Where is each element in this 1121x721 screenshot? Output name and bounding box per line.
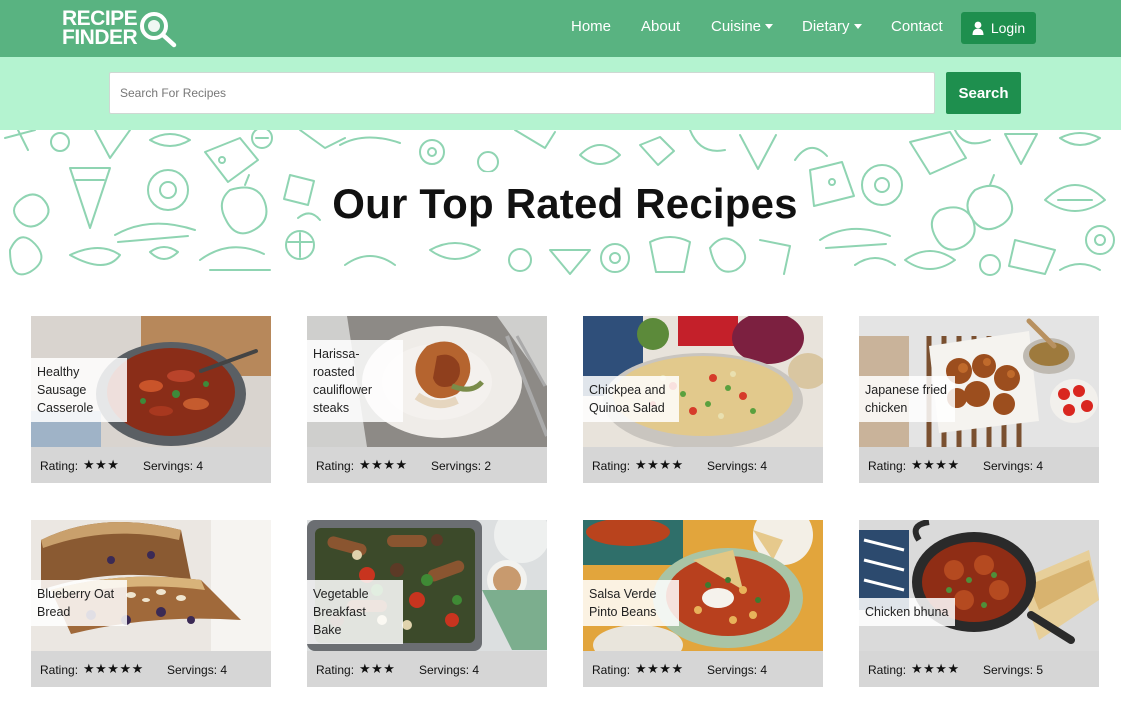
- nav-dietary-dropdown[interactable]: Dietary: [802, 18, 862, 35]
- recipe-name: Blueberry Oat Bread: [31, 580, 127, 626]
- recipe-card[interactable]: Vegetable Breakfast Bake Rating: ★★★ Ser…: [307, 520, 547, 687]
- brand-wordmark: RECIPE FINDER: [62, 8, 138, 49]
- servings-text: Servings: 4: [167, 663, 228, 677]
- rating-label: Rating:: [40, 459, 79, 473]
- recipe-name: Harissa-roasted cauliflower steaks: [307, 340, 403, 422]
- servings-text: Servings: 2: [431, 459, 492, 473]
- rating-stars: ★★★★: [635, 457, 684, 472]
- recipe-card[interactable]: Healthy Sausage Casserole Rating: ★★★ Se…: [31, 316, 271, 483]
- nav-about[interactable]: About: [641, 18, 680, 35]
- servings-text: Servings: 4: [707, 459, 768, 473]
- login-button[interactable]: Login: [961, 12, 1036, 44]
- rating-stars: ★★★★: [359, 457, 408, 472]
- page-title: Our Top Rated Recipes: [332, 180, 798, 227]
- rating-stars: ★★★★: [635, 661, 684, 676]
- recipe-card[interactable]: Harissa-roasted cauliflower steaks Ratin…: [307, 316, 547, 483]
- recipe-meta: Rating: ★★★★★ Servings: 4: [31, 651, 271, 687]
- magnifier-icon: [140, 12, 177, 48]
- recipe-meta: Rating: ★★★★ Servings: 5: [859, 651, 1099, 687]
- recipe-meta: Rating: ★★★★ Servings: 4: [859, 447, 1099, 483]
- nav-dietary-label: Dietary: [802, 18, 850, 35]
- rating-stars: ★★★★: [911, 457, 960, 472]
- hero-title-box: Our Top Rated Recipes: [327, 172, 803, 236]
- rating-stars: ★★★★: [911, 661, 960, 676]
- recipe-card[interactable]: Chicken bhuna Rating: ★★★★ Servings: 5: [859, 520, 1099, 687]
- recipe-name: Vegetable Breakfast Bake: [307, 580, 403, 644]
- recipe-meta: Rating: ★★★★ Servings: 2: [307, 447, 547, 483]
- rating-stars: ★★★: [83, 457, 120, 472]
- recipe-meta: Rating: ★★★ Servings: 4: [307, 651, 547, 687]
- rating-stars: ★★★★★: [83, 661, 144, 676]
- servings-text: Servings: 4: [707, 663, 768, 677]
- rating-label: Rating:: [592, 663, 631, 677]
- recipe-card[interactable]: Blueberry Oat Bread Rating: ★★★★★ Servin…: [31, 520, 271, 687]
- search-bar: Search: [0, 57, 1121, 130]
- nav-home[interactable]: Home: [571, 18, 611, 35]
- nav-cuisine-label: Cuisine: [711, 18, 762, 35]
- servings-text: Servings: 4: [419, 663, 480, 677]
- recipe-card[interactable]: Salsa Verde Pinto Beans Rating: ★★★★ Ser…: [583, 520, 823, 687]
- recipe-name: Salsa Verde Pinto Beans: [583, 580, 679, 626]
- rating-label: Rating:: [316, 663, 355, 677]
- rating-label: Rating:: [592, 459, 631, 473]
- recipe-meta: Rating: ★★★★ Servings: 4: [583, 447, 823, 483]
- recipe-card[interactable]: Japanese fried chicken Rating: ★★★★ Serv…: [859, 316, 1099, 483]
- search-button[interactable]: Search: [946, 72, 1021, 114]
- servings-text: Servings: 4: [983, 459, 1044, 473]
- recipe-name: Japanese fried chicken: [859, 376, 955, 422]
- nav-cuisine-dropdown[interactable]: Cuisine: [711, 18, 774, 35]
- user-icon: [972, 21, 984, 35]
- recipe-name: Chickpea and Quinoa Salad: [583, 376, 679, 422]
- hero-banner: Our Top Rated Recipes: [0, 130, 1121, 280]
- rating-label: Rating:: [868, 459, 907, 473]
- search-input[interactable]: [109, 72, 935, 114]
- brand-logo[interactable]: RECIPE FINDER: [62, 8, 180, 49]
- recipe-name: Chicken bhuna: [859, 598, 955, 626]
- recipe-name: Healthy Sausage Casserole: [31, 358, 127, 422]
- recipe-card[interactable]: Chickpea and Quinoa Salad Rating: ★★★★ S…: [583, 316, 823, 483]
- nav-contact[interactable]: Contact: [891, 18, 943, 35]
- caret-down-icon: [853, 23, 862, 29]
- login-label: Login: [990, 20, 1026, 36]
- rating-label: Rating:: [316, 459, 355, 473]
- servings-text: Servings: 4: [143, 459, 204, 473]
- recipe-meta: Rating: ★★★ Servings: 4: [31, 447, 271, 483]
- navbar: RECIPE FINDER Home About Cuisine Dietary…: [0, 0, 1121, 57]
- rating-label: Rating:: [40, 663, 79, 677]
- rating-label: Rating:: [868, 663, 907, 677]
- caret-down-icon: [765, 23, 774, 29]
- brand-line-2: FINDER: [62, 26, 138, 49]
- servings-text: Servings: 5: [983, 663, 1044, 677]
- rating-stars: ★★★: [359, 661, 396, 676]
- recipe-meta: Rating: ★★★★ Servings: 4: [583, 651, 823, 687]
- recipe-photo: [859, 520, 1099, 651]
